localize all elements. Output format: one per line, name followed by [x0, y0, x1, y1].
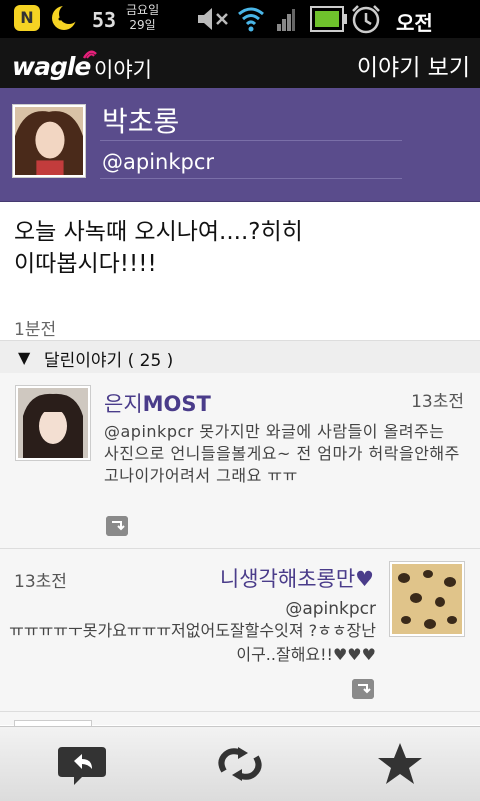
moon-icon — [52, 4, 78, 30]
alarm-icon — [352, 5, 380, 34]
mute-icon — [198, 8, 228, 30]
battery-icon — [310, 6, 347, 32]
reply-time: 13초전 — [411, 392, 464, 412]
favorite-star-icon[interactable] — [370, 739, 430, 789]
wifi-icon — [238, 7, 264, 32]
avatar-photo — [15, 107, 83, 175]
post-time: 1분전 — [14, 320, 57, 340]
list-item[interactable]: 13초전 니생각해초롱만♥ @apinkpcr ㅠㅠㅠㅠㅜ못가요ㅠㅠㅠ저없어도잘… — [0, 549, 480, 712]
avatar[interactable] — [15, 385, 91, 461]
profile-name[interactable]: 박초롱 — [102, 100, 179, 140]
reply-author[interactable]: 니생각해초롱만♥ — [220, 563, 374, 593]
profile-header: 박초롱 @apinkpcr — [0, 88, 480, 289]
divider — [100, 140, 402, 141]
replies-toggle[interactable]: ▼ 달린이야기 ( 25 ) — [0, 340, 480, 374]
notification-count: 53 — [92, 8, 117, 32]
retweet-icon[interactable] — [210, 739, 270, 789]
replies-header: 달린이야기 ( 25 ) — [44, 351, 174, 371]
avatar[interactable] — [12, 104, 86, 178]
signal-icon — [277, 9, 295, 31]
avatar-photo — [18, 388, 88, 458]
triangle-down-icon: ▼ — [18, 348, 31, 367]
reply-icon[interactable] — [52, 739, 112, 789]
list-item[interactable]: 은지MOST 13초전 @apinkpcr 못가지만 와글에 사람들이 올려주는… — [0, 373, 480, 549]
reply-handle[interactable]: @apinkpcr — [285, 599, 376, 619]
reply-time: 13초전 — [14, 572, 67, 592]
profile-handle[interactable]: @apinkpcr — [102, 150, 214, 174]
naver-icon: N — [14, 5, 40, 31]
app-bar: wagle 이야기 이야기 보기 — [0, 38, 480, 88]
reply-text: ㅠㅠㅠㅠㅜ못가요ㅠㅠㅠ저없어도잘할수잇져 ?ㅎㅎ장난이구..잘해요!!♥♥♥ — [9, 621, 376, 664]
bottom-toolbar — [0, 726, 480, 801]
divider — [100, 178, 402, 179]
avatar-photo — [392, 564, 462, 634]
status-bar: N 53 금요일 29일 오전 7:31 — [0, 0, 480, 60]
reply-text: @apinkpcr 못가지만 와글에 사람들이 올려주는 사진으로 언니들을볼게… — [104, 422, 460, 485]
retweet-small-icon[interactable] — [352, 679, 374, 699]
status-date: 금요일 29일 — [126, 3, 160, 32]
post-text: 오늘 사녹때 오시나여....?히히 이따봅시다!!!! — [14, 219, 303, 277]
page-title: 이야기 보기 — [356, 55, 470, 81]
retweet-small-icon[interactable] — [106, 516, 128, 536]
avatar[interactable] — [389, 561, 465, 637]
reply-author[interactable]: 은지MOST — [104, 388, 211, 418]
